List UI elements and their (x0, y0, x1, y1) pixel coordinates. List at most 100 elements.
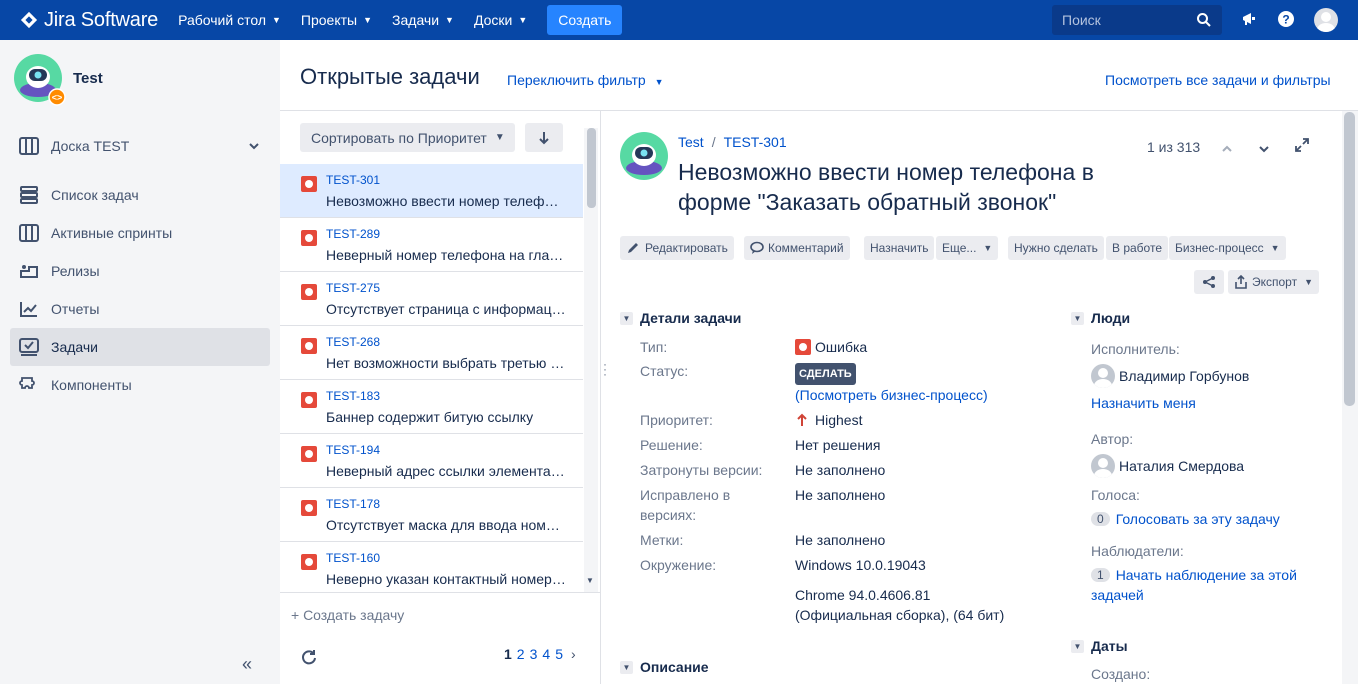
assign-button[interactable]: Назначить (864, 236, 935, 260)
view-workflow-link[interactable]: (Посмотреть бизнес-процесс) (795, 385, 988, 405)
breadcrumb-issue-key[interactable]: TEST-301 (724, 134, 787, 150)
list-scrollbar-thumb[interactable] (587, 128, 596, 208)
nav-boards[interactable]: Доски ▼ (474, 12, 527, 28)
list-item[interactable]: TEST-268 Нет возможности выбрать третью … (280, 326, 583, 380)
bug-icon (301, 230, 317, 246)
watch-link-continued[interactable]: задачей (1091, 587, 1144, 603)
list-item[interactable]: TEST-160 Неверно указан контактный номер… (280, 542, 583, 592)
user-avatar-icon (1317, 12, 1335, 32)
sidebar-item-active-sprints[interactable]: Активные спринты (10, 214, 270, 252)
jira-logo[interactable]: Jira Software (20, 9, 158, 32)
assignee-label: Исполнитель: (1091, 341, 1180, 357)
share-button[interactable] (1194, 270, 1224, 294)
issue-summary: Невозможно ввести номер телефона в форме… (326, 193, 566, 209)
issue-key: TEST-160 (326, 551, 381, 565)
assignee-value[interactable]: Владимир Горбунов (1091, 364, 1249, 388)
search-input[interactable]: Поиск (1052, 5, 1222, 35)
comment-button[interactable]: Комментарий (744, 236, 850, 260)
watch-link[interactable]: Начать наблюдение за этой (1116, 567, 1297, 583)
chevron-down-icon: ▼ (272, 15, 281, 25)
status-label: Статус: (640, 363, 689, 379)
breadcrumb-project[interactable]: Test (678, 134, 704, 150)
issue-list: TEST-301 Невозможно ввести номер телефон… (280, 164, 583, 592)
list-item[interactable]: TEST-275 Отсутствует страница с информац… (280, 272, 583, 326)
view-all-issues-link[interactable]: Посмотреть все задачи и фильтры (1105, 72, 1331, 88)
priority-highest-icon (797, 413, 807, 426)
chevron-down-icon: ▼ (983, 243, 993, 253)
scroll-down-icon[interactable]: ▼ (586, 576, 594, 585)
status-lozenge: СДЕЛАТЬ (795, 363, 856, 385)
sidebar-item-issues[interactable]: Задачи (10, 328, 270, 366)
collapse-toggle-icon: ▼ (620, 311, 633, 325)
next-page-icon[interactable]: › (571, 646, 576, 662)
details-section-header[interactable]: ▼ Детали задачи (620, 310, 741, 326)
notifications-megaphone-icon[interactable] (1240, 10, 1258, 28)
people-section-header[interactable]: ▼ Люди (1071, 310, 1130, 326)
sidebar-item-reports[interactable]: Отчеты (10, 290, 270, 328)
sort-button[interactable]: Сортировать по Приоритет ▼ (300, 123, 515, 152)
list-item[interactable]: TEST-183 Баннер содержит битую ссылку (280, 380, 583, 434)
sidebar-item-label: Активные спринты (51, 225, 173, 241)
chevron-down-icon: ▼ (1304, 277, 1314, 287)
sidebar-item-releases[interactable]: Релизы (10, 252, 270, 290)
create-issue-link[interactable]: + Создать задачу (291, 607, 404, 623)
page-2[interactable]: 2 (517, 646, 525, 662)
next-issue-icon[interactable] (1258, 145, 1270, 153)
bug-icon (301, 554, 317, 570)
description-section-header[interactable]: ▼ Описание (620, 659, 709, 675)
vote-link[interactable]: Голосовать за эту задачу (1116, 511, 1280, 527)
list-item[interactable]: TEST-194 Неверный адрес ссылки элемента … (280, 434, 583, 488)
create-button[interactable]: Создать (547, 5, 623, 35)
pagination: 1 2 3 4 5 › (504, 646, 581, 662)
priority-value: Highest (795, 410, 862, 430)
project-sidebar: <> Test Доска TEST Список задач Активные… (0, 40, 280, 684)
page-4[interactable]: 4 (542, 646, 550, 662)
list-item[interactable]: TEST-178 Отсутствует маска для ввода ном… (280, 488, 583, 542)
refresh-icon[interactable] (300, 648, 318, 666)
breadcrumb: Test / TEST-301 (678, 134, 787, 150)
bug-icon (301, 392, 317, 408)
jira-diamond-icon (20, 11, 38, 29)
nav-projects[interactable]: Проекты ▼ (301, 12, 372, 28)
in-progress-transition-button[interactable]: В работе (1106, 236, 1169, 260)
project-avatar: <> (14, 54, 66, 106)
workflow-button[interactable]: Бизнес-процесс ▼ (1169, 236, 1286, 260)
sidebar-item-components[interactable]: Компоненты (10, 366, 270, 404)
collapse-sidebar-icon[interactable]: « (242, 654, 252, 675)
nav-issues[interactable]: Задачи ▼ (392, 12, 454, 28)
export-button[interactable]: Экспорт ▼ (1228, 270, 1320, 294)
help-icon[interactable]: ? (1277, 10, 1295, 28)
issue-title[interactable]: Невозможно ввести номер телефона в форме… (678, 157, 1118, 217)
sidebar-item-backlog[interactable]: Список задач (10, 176, 270, 214)
user-avatar[interactable] (1314, 8, 1338, 32)
nav-dashboards[interactable]: Рабочий стол ▼ (178, 12, 281, 28)
sort-direction-button[interactable] (525, 123, 563, 152)
page-5[interactable]: 5 (555, 646, 563, 662)
priority-text: Highest (815, 412, 863, 428)
resize-handle-icon[interactable]: · · · (603, 358, 607, 380)
bug-icon (795, 339, 811, 355)
page-1[interactable]: 1 (504, 646, 512, 662)
expand-icon[interactable] (1294, 137, 1310, 153)
assign-to-me-link[interactable]: Назначить меня (1091, 395, 1196, 411)
todo-transition-button[interactable]: Нужно сделать (1008, 236, 1104, 260)
reporter-value[interactable]: Наталия Смердова (1091, 454, 1244, 478)
project-header[interactable]: <> Test (14, 54, 103, 106)
switch-filter-label: Переключить фильтр (507, 72, 646, 88)
list-item[interactable]: TEST-301 Невозможно ввести номер телефон… (280, 164, 583, 218)
details-heading: Детали задачи (640, 310, 742, 326)
page-3[interactable]: 3 (530, 646, 538, 662)
fix-versions-value: Не заполнено (795, 487, 886, 503)
sidebar-item-label: Релизы (51, 263, 100, 279)
detail-scrollbar-thumb[interactable] (1344, 112, 1355, 406)
sidebar-board-selector[interactable]: Доска TEST (10, 127, 270, 165)
previous-issue-icon[interactable] (1221, 145, 1233, 153)
more-button[interactable]: Еще... ▼ (936, 236, 999, 260)
list-item[interactable]: TEST-289 Неверный номер телефона на глав… (280, 218, 583, 272)
edit-button[interactable]: Редактировать (620, 236, 734, 260)
type-label: Тип: (640, 339, 668, 355)
switch-filter-link[interactable]: Переключить фильтр ▼ (507, 72, 664, 88)
environment-label: Окружение: (640, 557, 717, 573)
dates-section-header[interactable]: ▼ Даты (1071, 638, 1128, 654)
sidebar-item-label: Список задач (51, 187, 139, 203)
